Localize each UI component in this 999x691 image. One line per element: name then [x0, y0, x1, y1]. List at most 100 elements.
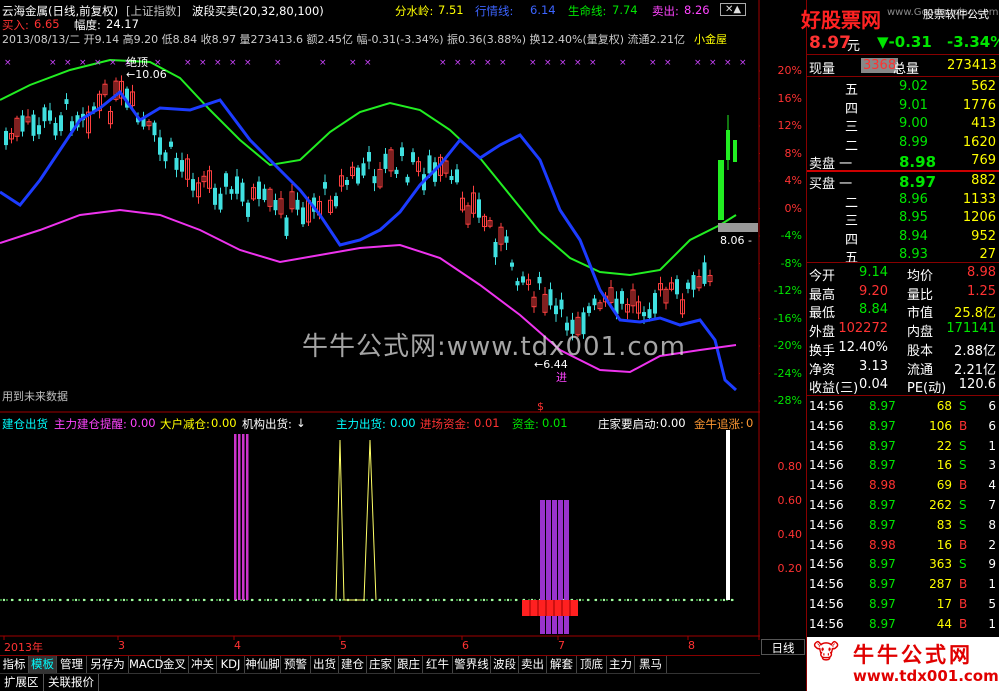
svg-text:×: × — [229, 58, 237, 68]
tick-volume: 22 — [936, 438, 952, 453]
tick-side: B — [959, 577, 968, 592]
tick-row[interactable]: 14:56 8.97 262 S 7 — [807, 497, 999, 515]
maichu-label: 卖出: — [652, 4, 679, 18]
hangqing-value: 6.14 — [530, 3, 556, 17]
period-button[interactable]: 日线 — [761, 639, 805, 655]
toolbar-button[interactable]: 庄家 — [367, 656, 395, 674]
xianliang-label: 现量 — [809, 62, 836, 77]
close-formula-button[interactable]: ✕▲ — [720, 3, 746, 16]
svg-text:×: × — [454, 58, 462, 68]
toolbar-button[interactable]: 出货 — [311, 656, 339, 674]
svg-text:×: × — [49, 58, 57, 68]
toolbar-button[interactable]: 跟庄 — [395, 656, 423, 674]
tick-count: 1 — [988, 577, 996, 592]
toolbar-button[interactable]: 红牛 — [423, 656, 453, 674]
toolbar-button[interactable]: 预警 — [281, 656, 311, 674]
formula-name[interactable]: 波段买卖(20,32,80,100) — [192, 3, 324, 19]
toolbar-button[interactable]: 金叉 — [161, 656, 189, 674]
stat-value-a: 3.13 — [859, 358, 888, 374]
tick-row[interactable]: 14:56 8.97 22 S 1 — [807, 438, 999, 456]
tick-row[interactable]: 14:56 8.97 44 B 1 — [807, 616, 999, 634]
toolbar-button[interactable]: MACD — [129, 656, 163, 674]
buy-level[interactable]: 三 8.95 1206 — [807, 209, 999, 229]
brand-banner: 🐮 牛牛公式网 www.tdx001.com — [807, 637, 999, 691]
dahu-value: 0.00 — [211, 416, 237, 430]
svg-text:×: × — [529, 58, 537, 68]
level-name: 三 — [845, 214, 859, 229]
tick-row[interactable]: 14:56 8.97 106 B 6 — [807, 418, 999, 436]
buy-level[interactable]: 四 8.94 952 — [807, 228, 999, 248]
toolbar-button[interactable]: 冲关 — [189, 656, 217, 674]
toolbar-button[interactable]: 另存为 — [87, 656, 129, 674]
tick-row[interactable]: 14:56 8.97 287 B 1 — [807, 576, 999, 594]
tick-row[interactable]: 14:56 8.97 17 B 5 — [807, 596, 999, 614]
zijin-label: 资金: — [512, 417, 539, 431]
stat-label-b: 市值 — [907, 306, 934, 322]
toolbar-button[interactable]: 波段 — [491, 656, 519, 674]
stat-label-b: PE(动) — [907, 381, 947, 397]
kline-chart[interactable]: × × × × × × × × × × × × × × × × × × × × × × × × × × × × × × × × × × — [0, 0, 760, 640]
last-price: 8.97 — [809, 33, 851, 53]
tick-time: 14:56 — [809, 438, 844, 453]
stat-label-b: 量比 — [907, 287, 934, 303]
buy-level[interactable]: 买盘 一 8.97 882 — [807, 172, 999, 192]
tab-expand-area[interactable]: 扩展区 — [0, 674, 44, 691]
tick-row[interactable]: 14:56 8.97 16 S 3 — [807, 457, 999, 475]
logo: 好股票网 www.Goodgupiao.com 股票软件公式 — [801, 4, 999, 32]
tick-volume: 106 — [929, 418, 952, 433]
tick-row[interactable]: 14:56 8.97 363 S 9 — [807, 556, 999, 574]
tick-row[interactable]: 14:56 8.98 69 B 4 — [807, 477, 999, 495]
level-name: 四 — [845, 232, 859, 248]
level-name: 四 — [845, 101, 859, 117]
tick-row[interactable]: 14:56 8.98 16 B 2 — [807, 537, 999, 555]
tick-volume: 68 — [936, 399, 952, 413]
toolbar-button[interactable]: 模板 — [29, 656, 57, 674]
sell-level[interactable]: 四 9.01 1776 — [807, 97, 999, 117]
toolbar-button[interactable]: 管理 — [57, 656, 87, 674]
chart-area[interactable]: × × × × × × × × × × × × × × × × × × × × × × × × × × × × × × × × × × 云海金属(… — [0, 0, 802, 654]
mairu-value: 6.65 — [34, 17, 60, 31]
sub-title: 建仓出货 — [2, 417, 48, 431]
toolbar-button[interactable]: 卖出 — [519, 656, 547, 674]
tick-price: 8.97 — [869, 418, 896, 433]
level-volume: 1133 — [962, 191, 996, 207]
toolbar-button[interactable]: 主力 — [607, 656, 635, 674]
svg-text:×: × — [739, 58, 747, 68]
tick-time: 14:56 — [809, 597, 844, 611]
tab-related-quotes[interactable]: 关联报价 — [44, 674, 99, 691]
future-data-note: 用到未来数据 — [2, 390, 68, 403]
sub-axis-label: 0.80 — [777, 460, 803, 473]
toolbar-button[interactable]: KDJ — [217, 656, 245, 674]
sub-axis-label: 0.60 — [777, 494, 803, 507]
tick-row[interactable]: 14:56 8.97 68 S 6 — [807, 398, 999, 416]
svg-text:×: × — [244, 58, 252, 68]
toolbar-button[interactable]: 建仓 — [339, 656, 367, 674]
tick-side: B — [959, 478, 968, 493]
toolbar-button[interactable]: 黑马 — [635, 656, 667, 674]
svg-text:×: × — [64, 58, 72, 68]
level-name: 二 — [845, 138, 859, 154]
stat-label-a: 外盘 — [809, 325, 836, 341]
sell-level[interactable]: 五 9.02 562 — [807, 78, 999, 98]
toolbar-button[interactable]: 警界线 — [453, 656, 491, 674]
tick-row[interactable]: 14:56 8.97 83 S 8 — [807, 517, 999, 535]
toolbar-button[interactable]: 神仙脚 — [245, 656, 281, 674]
zhuangjia-value: 0.00 — [660, 416, 686, 430]
toolbar-button[interactable]: 解套 — [547, 656, 577, 674]
tick-time: 14:56 — [809, 577, 844, 592]
toolbar-button[interactable]: 顶底 — [577, 656, 607, 674]
level-price: 9.01 — [899, 97, 928, 113]
sell-level[interactable]: 二 8.99 1620 — [807, 134, 999, 154]
stat-label-b: 流通 — [907, 362, 934, 378]
sell-level[interactable]: 卖盘 一 8.98 769 — [807, 152, 999, 172]
toolbar-button[interactable]: 指标 — [0, 656, 29, 674]
buy-level[interactable]: 二 8.96 1133 — [807, 191, 999, 211]
stat-label-a: 最高 — [809, 287, 836, 303]
tick-price: 8.98 — [869, 478, 896, 493]
high-value-label: ←10.06 — [126, 68, 167, 81]
level-volume: 1206 — [962, 210, 996, 225]
candlesticks — [4, 75, 737, 341]
watermark: 牛牛公式网:www.tdx001.com — [302, 332, 686, 362]
sell-level[interactable]: 三 9.00 413 — [807, 115, 999, 135]
date-label: 2013年 — [4, 641, 43, 654]
